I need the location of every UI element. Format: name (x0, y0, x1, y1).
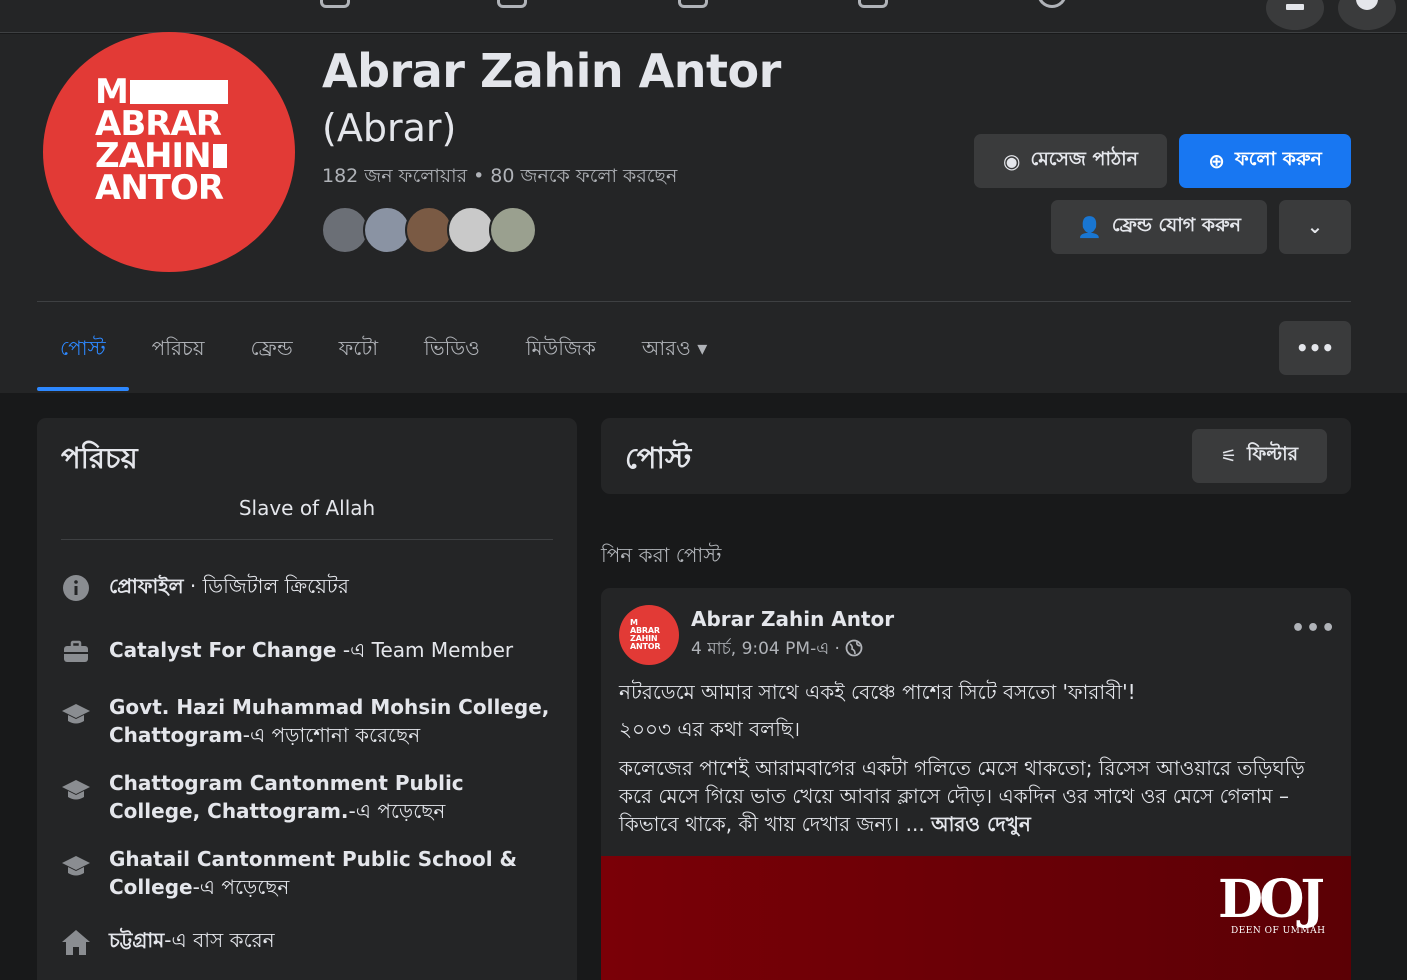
profile-logo: M ABRAR ZAHIN ANTOR (95, 75, 228, 205)
intro-divider (61, 539, 553, 540)
post-options-button[interactable]: ••• (1291, 616, 1336, 641)
tab-friends[interactable]: ফ্রেন্ড (228, 321, 316, 393)
marketplace-nav-icon[interactable] (858, 0, 888, 8)
post-author-avatar[interactable]: M ABRAR ZAHIN ANTOR (619, 605, 679, 665)
post-paragraph-2: ২০০৩ এর কথা বলছি। (619, 717, 801, 741)
groups-nav-icon[interactable] (1037, 0, 1067, 8)
graduation-cap-icon (61, 699, 91, 729)
friend-avatar[interactable] (405, 206, 453, 254)
message-button[interactable]: ◉ মেসেজ পাঠান (974, 134, 1167, 188)
tab-music[interactable]: মিউজিক (503, 321, 619, 393)
post-image[interactable]: DOJ DEEN OF UMMAH (601, 856, 1351, 980)
header-divider (37, 301, 1351, 302)
tab-posts[interactable]: পোস্ট (37, 321, 129, 393)
profile-tabs: পোস্ট পরিচয় ফ্রেন্ড ফটো ভিডিও মিউজিক আর… (37, 321, 730, 393)
follow-stats[interactable]: 182 জন ফলোয়ার • 80 জনকে ফলো করছেন (322, 162, 677, 194)
chevron-down-icon: ⌄ (1307, 216, 1323, 238)
messenger-icon: ◉ (1003, 149, 1021, 173)
add-friend-button[interactable]: 👤 ফ্রেন্ড যোগ করুন (1051, 200, 1267, 254)
see-more-link[interactable]: আরও দেখুন (931, 812, 1031, 836)
post-meta: 4 মার্চ, 9:04 PM-এ · (691, 636, 863, 664)
intro-bio: Slave of Allah (238, 496, 376, 520)
filter-button[interactable]: ⚟ ফিল্টার (1192, 429, 1327, 483)
grid-icon (1286, 4, 1304, 10)
friend-avatar[interactable] (363, 206, 411, 254)
intro-title: পরিচয় (61, 441, 138, 475)
post-paragraph-3: কলেজের পাশেই আরামবাগের একটা গলিতে মেসে থ… (619, 756, 1305, 836)
intro-item-education-3: Ghatail Cantonment Public School & Colle… (61, 845, 561, 901)
graduation-cap-icon (61, 851, 91, 881)
follow-button[interactable]: ⊕ ফলো করুন (1179, 134, 1351, 188)
home-icon (61, 927, 91, 957)
messenger-icon (1356, 0, 1378, 10)
posts-header-card: পোস্ট ⚟ ফিল্টার (601, 418, 1351, 494)
tab-more[interactable]: আরও ▾ (619, 321, 730, 393)
graduation-cap-icon (61, 775, 91, 805)
mutual-friends-avatars[interactable] (321, 206, 541, 256)
top-navigation-bar (0, 0, 1407, 33)
intro-item-work: Catalyst For Change -এ Team Member (61, 636, 561, 667)
briefcase-icon (61, 637, 91, 667)
tab-photos[interactable]: ফটো (316, 321, 401, 393)
tab-videos[interactable]: ভিডিও (401, 321, 503, 393)
image-logo-caption: DEEN OF UMMAH (1231, 926, 1326, 936)
post-paragraph-1: নটরডেমে আমার সাথে একই বেঞ্চে পাশের সিটে … (619, 680, 1136, 704)
friends-nav-icon[interactable] (497, 0, 527, 8)
intro-item-education-1: Govt. Hazi Muhammad Mohsin College, Chat… (61, 693, 561, 749)
filter-sliders-icon: ⚟ (1220, 445, 1238, 467)
follow-plus-icon: ⊕ (1208, 149, 1225, 173)
info-icon (61, 573, 91, 603)
menu-grid-button[interactable] (1266, 0, 1324, 30)
more-options-button[interactable]: ⌄ (1279, 200, 1351, 254)
intro-item-profile: প্রোফাইল · ডিজিটাল ক্রিয়েটর (61, 572, 561, 603)
friend-avatar[interactable] (447, 206, 495, 254)
profile-header: M ABRAR ZAHIN ANTOR Abrar Zahin Antor (A… (0, 32, 1407, 393)
home-nav-icon[interactable] (320, 0, 350, 8)
intro-card: পরিচয় Slave of Allah প্রোফাইল · ডিজিটাল… (37, 418, 577, 980)
tab-about[interactable]: পরিচয় (129, 321, 228, 393)
intro-item-location: চট্টগ্রাম-এ বাস করেন (61, 926, 561, 957)
post-author-logo: M ABRAR ZAHIN ANTOR (630, 618, 661, 651)
pinned-post: M ABRAR ZAHIN ANTOR Abrar Zahin Antor 4 … (601, 588, 1351, 980)
watch-nav-icon[interactable] (678, 0, 708, 8)
image-logo: DOJ (1218, 869, 1325, 930)
pinned-post-label: পিন করা পোস্ট (601, 543, 722, 567)
post-author-name[interactable]: Abrar Zahin Antor (691, 607, 894, 631)
profile-picture[interactable]: M ABRAR ZAHIN ANTOR (43, 32, 295, 272)
profile-name: Abrar Zahin Antor (322, 44, 781, 98)
messenger-button[interactable] (1338, 0, 1396, 30)
posts-title: পোস্ট (625, 441, 692, 475)
more-dots-icon: ••• (1295, 336, 1335, 360)
add-friend-icon: 👤 (1077, 215, 1102, 239)
intro-item-education-2: Chattogram Cantonment Public College, Ch… (61, 769, 561, 825)
friend-avatar[interactable] (321, 206, 369, 254)
friend-avatar[interactable] (489, 206, 537, 254)
tabs-more-button[interactable]: ••• (1279, 321, 1351, 375)
globe-icon (845, 639, 863, 657)
profile-alternate-name: (Abrar) (322, 106, 457, 150)
